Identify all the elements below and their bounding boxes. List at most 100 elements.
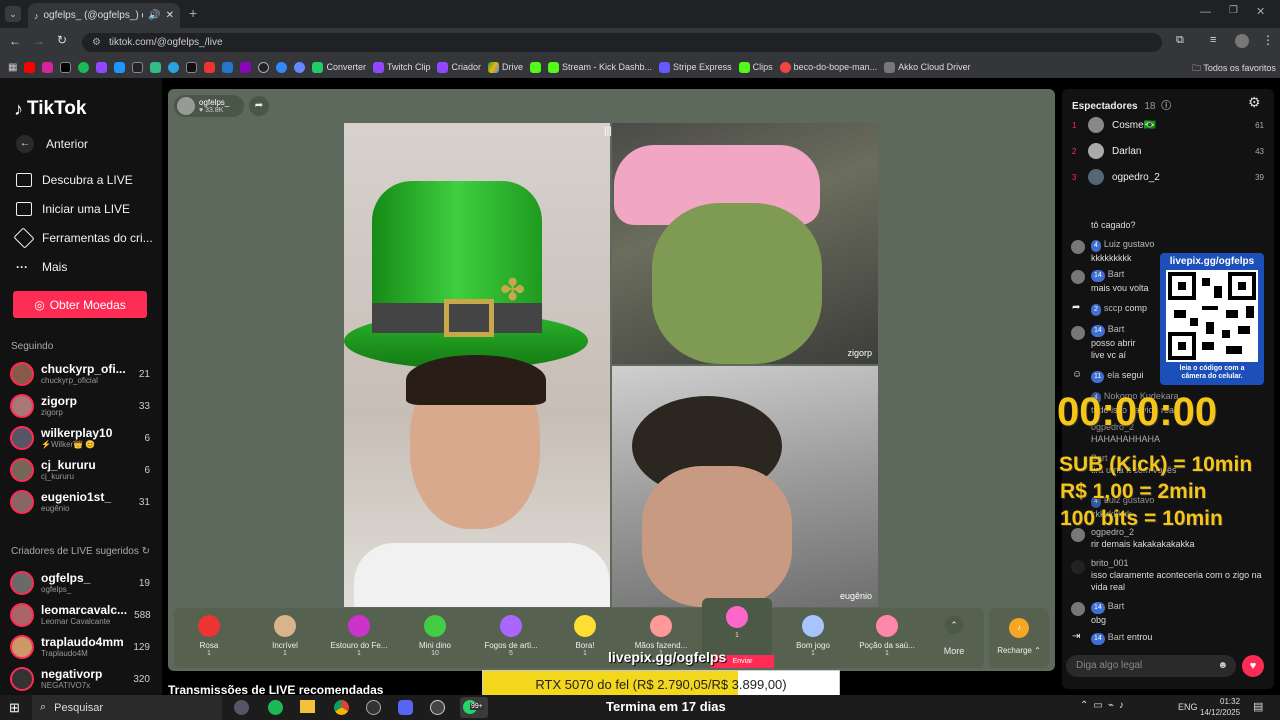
share-icon[interactable]: ➦ — [249, 96, 269, 116]
bookmark-clips[interactable]: Clips — [738, 61, 773, 73]
red-bm-icon[interactable] — [204, 61, 216, 73]
tab-search-button[interactable]: ⌄ — [5, 6, 21, 22]
recharge-button[interactable]: ♪ Recharge ⌃ — [989, 608, 1049, 668]
notifications-icon[interactable]: ▤ — [1253, 700, 1263, 713]
youtube-icon[interactable] — [24, 61, 36, 73]
message-user[interactable]: brito_001 — [1091, 558, 1129, 568]
nav-start-live[interactable]: Iniciar uma LIVE — [0, 194, 162, 223]
all-favorites[interactable]: 🗀 Todos os favoritos — [1192, 61, 1276, 77]
emoji-icon[interactable]: ☻ — [1217, 655, 1228, 677]
message-user[interactable]: Bart — [1108, 269, 1125, 279]
forward-icon[interactable]: → — [33, 34, 45, 48]
bookmark-kick-dashboard[interactable]: Stream - Kick Dashb... — [548, 61, 652, 73]
maximize-button[interactable]: ❐ — [1229, 5, 1238, 16]
settings-gear-icon[interactable]: ⚙ — [1248, 94, 1261, 111]
bookmark-beco[interactable]: beco-do-bope-man... — [779, 61, 877, 73]
bookmark-kick-logo[interactable] — [530, 61, 542, 73]
gift-item[interactable]: Estouro do Fe... 1 — [324, 612, 394, 657]
following-item[interactable]: eugenio1st_ eugênio 31 — [0, 486, 162, 518]
chat-input[interactable]: Diga algo legal ☻ — [1066, 655, 1236, 677]
explorer-app-icon[interactable] — [300, 700, 315, 713]
chrome-app-icon[interactable] — [334, 700, 349, 715]
gift-item[interactable]: Mini dino 10 — [400, 612, 470, 657]
reload-icon[interactable]: ↻ — [57, 33, 67, 47]
message-user[interactable]: Bart — [1108, 324, 1125, 334]
back-icon[interactable]: ← — [9, 34, 21, 48]
suggested-item[interactable]: ogfelps_ ogfelps_ 19 — [0, 567, 162, 599]
top-viewer-row[interactable]: 1 Cosme🇧🇷 61 — [1062, 112, 1274, 138]
profile-avatar[interactable] — [1235, 34, 1249, 48]
telegram-icon[interactable] — [168, 61, 180, 73]
top-viewer-row[interactable]: 2 Darlan 43 — [1062, 138, 1274, 164]
gift-item[interactable]: Fogos de arti... 5 — [476, 612, 546, 657]
nav-more[interactable]: ··· Mais — [0, 252, 162, 281]
info-icon[interactable]: ⓘ — [1161, 101, 1171, 112]
following-item[interactable]: chuckyrp_ofi... chuckyrp_oficial 21 — [0, 358, 162, 390]
suggested-item[interactable]: leomarcavalc... Leomar Cavalcante 588 — [0, 599, 162, 631]
suggested-item[interactable]: traplaudo4mm Traplaudo4M 129 — [0, 631, 162, 663]
audio-icon[interactable]: 🔊 — [148, 10, 160, 21]
blue-bm-icon[interactable] — [222, 61, 234, 73]
bookmark-stripe[interactable]: Stripe Express — [659, 61, 732, 73]
gift-item[interactable]: Incrível 1 — [250, 612, 320, 657]
nav-discover-live[interactable]: Descubra a LIVE — [0, 165, 162, 194]
message-user[interactable]: sccp — [1104, 303, 1123, 313]
browser-tab[interactable]: ♪ ogfelps_ (@ogfelps_) come... 🔊 ✕ — [28, 3, 180, 28]
prime-icon[interactable] — [114, 61, 126, 73]
bookmark-twitch-clip[interactable]: Twitch Clip — [372, 61, 430, 73]
back-link[interactable]: ← Anterior — [16, 135, 88, 153]
get-coins-button[interactable]: ◎ Obter Moedas — [13, 291, 147, 318]
close-window-button[interactable]: ✕ — [1256, 5, 1265, 18]
tiktok-logo[interactable]: ♪ TikTok — [14, 98, 86, 120]
nav-creator-tools[interactable]: Ferramentas do cri... — [0, 223, 162, 252]
following-item[interactable]: zigorp zigorp 33 — [0, 390, 162, 422]
site-info-icon[interactable]: ⚙ — [92, 37, 101, 48]
suggested-item[interactable]: negativorp NEGATIVO7x 320 — [0, 663, 162, 695]
menu-icon[interactable]: ⋮ — [1262, 33, 1274, 47]
app-icon[interactable] — [234, 700, 249, 715]
instagram-icon[interactable] — [42, 61, 54, 73]
refresh-bm-icon[interactable] — [150, 61, 162, 73]
send-heart-button[interactable]: ♥ — [1242, 655, 1264, 677]
x-icon[interactable] — [60, 61, 72, 73]
medium-icon[interactable] — [132, 61, 144, 73]
twitch-icon[interactable] — [96, 61, 108, 73]
following-item[interactable]: wilkerplay10 ⚡Wilker👑 😊 6 — [0, 422, 162, 454]
system-tray-icons[interactable]: ⌃▭⌁♪ — [1080, 700, 1129, 711]
bookmark-criador[interactable]: Criador — [437, 61, 481, 73]
spotify-icon[interactable] — [78, 61, 90, 73]
message-user[interactable]: Bart — [1108, 632, 1125, 642]
apps-icon[interactable]: ▦ — [8, 62, 17, 73]
bookmark-akko[interactable]: Akko Cloud Driver — [884, 61, 971, 73]
app-icon[interactable] — [430, 700, 445, 715]
discord-app-icon[interactable] — [398, 700, 413, 715]
nubank-icon[interactable] — [240, 61, 252, 73]
gift-item[interactable]: Bom jogo 1 — [778, 612, 848, 657]
bookmark-drive[interactable]: Drive — [488, 61, 523, 73]
minimize-button[interactable]: — — [1200, 6, 1211, 18]
github-icon[interactable] — [258, 61, 270, 73]
host-info[interactable]: ogfelps_ ♥ 33.8K — [174, 95, 244, 117]
whatsapp-app-icon[interactable]: 99+ — [460, 697, 488, 718]
spotify-app-icon[interactable] — [268, 700, 283, 715]
message-user[interactable]: Luiz gustavo — [1104, 239, 1155, 249]
following-item[interactable]: cj_kururu cj_kururu 6 — [0, 454, 162, 486]
top-viewer-row[interactable]: 3 ogpedro_2 39 — [1062, 164, 1274, 190]
message-user[interactable]: Bart — [1108, 601, 1125, 611]
media-icon[interactable]: ≡ — [1210, 34, 1216, 46]
app-icon[interactable] — [366, 700, 381, 715]
message-user[interactable]: ela — [1107, 370, 1119, 380]
close-tab-icon[interactable]: ✕ — [166, 10, 174, 21]
gift-item[interactable]: Poção da saú... 1 — [852, 612, 922, 657]
windows-start-icon[interactable]: ⊞ — [9, 700, 20, 716]
extensions-icon[interactable]: ⧉ — [1176, 34, 1184, 47]
tiktok-bm-icon[interactable] — [186, 61, 198, 73]
clock[interactable]: 01:32 14/12/2025 — [1200, 696, 1240, 718]
taskbar-search[interactable]: ⌕ Pesquisar — [32, 695, 222, 720]
gear-bm-icon[interactable] — [294, 61, 306, 73]
more-gifts-button[interactable]: ⌃ More — [936, 616, 972, 656]
bookmark-converter[interactable]: Converter — [312, 61, 366, 73]
shield-bm-icon[interactable] — [276, 61, 288, 73]
new-tab-button[interactable]: + — [189, 5, 197, 21]
omnibox[interactable]: ⚙ tiktok.com/@ogfelps_/live — [82, 33, 1162, 52]
